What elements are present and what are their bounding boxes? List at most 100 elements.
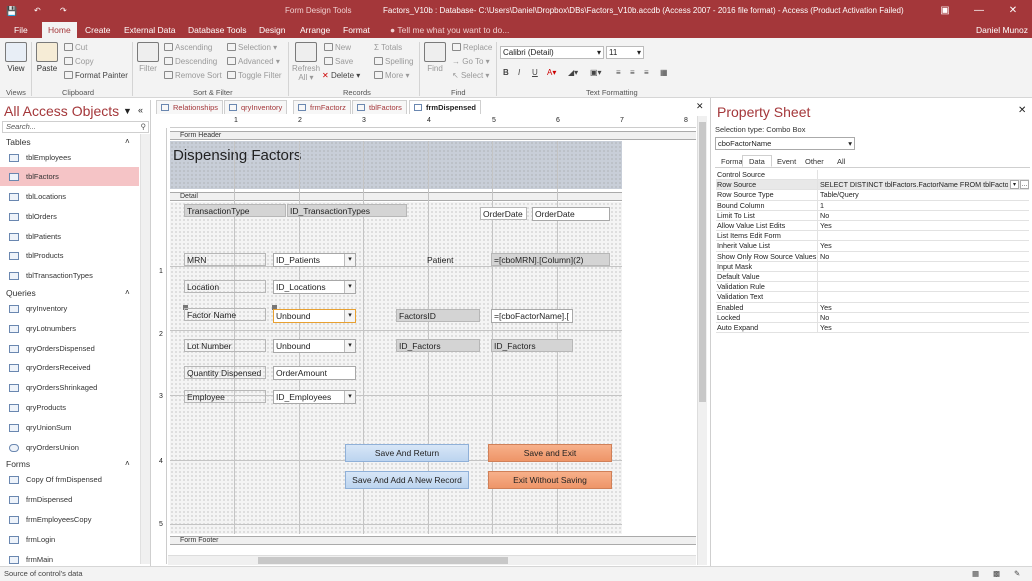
tab-design[interactable]: Design bbox=[253, 22, 291, 38]
field-patient-expression[interactable]: =[cboMRN].[Column](2) bbox=[491, 253, 610, 266]
copy-button[interactable]: Copy bbox=[64, 57, 94, 66]
remove-sort-button[interactable]: Remove Sort bbox=[164, 71, 222, 80]
nav-scrollbar[interactable] bbox=[140, 134, 150, 564]
nav-item-qryinventory[interactable]: qryInventory bbox=[0, 299, 139, 318]
property-row[interactable]: Validation Rule bbox=[716, 282, 1029, 293]
nav-item-frmmain[interactable]: frmMain bbox=[0, 550, 139, 566]
new-record-button[interactable]: New bbox=[324, 43, 351, 52]
spelling-button[interactable]: Spelling bbox=[374, 57, 413, 66]
nav-section-queries[interactable]: Queries bbox=[6, 288, 36, 298]
ascending-button[interactable]: Ascending bbox=[164, 43, 212, 52]
goto-button[interactable]: → Go To ▾ bbox=[452, 57, 490, 66]
label-quantity-dispensed[interactable]: Quantity Dispensed bbox=[184, 366, 266, 379]
nav-item-qryordersshrinkaged[interactable]: qryOrdersShrinkaged bbox=[0, 378, 139, 397]
user-name[interactable]: Daniel Munoz bbox=[970, 22, 1032, 38]
tab-arrange[interactable]: Arrange bbox=[294, 22, 336, 38]
paste-button[interactable]: Paste bbox=[35, 42, 59, 73]
nav-item-tblpatients[interactable]: tblPatients bbox=[0, 227, 139, 246]
select-button[interactable]: ↖ Select ▾ bbox=[452, 71, 489, 80]
redo-icon[interactable]: ↷ bbox=[60, 6, 67, 15]
field-id-factors[interactable]: ID_Factors bbox=[491, 339, 573, 352]
nav-item-tblemployees[interactable]: tblEmployees bbox=[0, 148, 139, 167]
collapse-icon[interactable]: « bbox=[138, 105, 143, 115]
cut-button[interactable]: Cut bbox=[64, 43, 87, 52]
property-value[interactable] bbox=[820, 170, 1028, 180]
bold-button[interactable]: B bbox=[503, 68, 509, 77]
label-factor-name[interactable]: Factor Name bbox=[184, 308, 266, 321]
nav-item-tblproducts[interactable]: tblProducts bbox=[0, 246, 139, 265]
nav-section-forms[interactable]: Forms bbox=[6, 459, 30, 469]
horizontal-scrollbar[interactable] bbox=[168, 555, 696, 565]
nav-item-qryordersunion[interactable]: qryOrdersUnion bbox=[0, 438, 139, 457]
doc-tab-tblfactors[interactable]: tblFactors bbox=[352, 100, 407, 114]
nav-item-tblorders[interactable]: tblOrders bbox=[0, 207, 139, 226]
tab-external-data[interactable]: External Data bbox=[118, 22, 182, 38]
label-lot-number[interactable]: Lot Number bbox=[184, 339, 266, 352]
property-value[interactable]: No bbox=[820, 252, 1028, 262]
property-row[interactable]: Validation Text bbox=[716, 292, 1029, 303]
tab-create[interactable]: Create bbox=[79, 22, 117, 38]
nav-item-frmlogin[interactable]: frmLogin bbox=[0, 530, 139, 549]
scroll-thumb[interactable] bbox=[258, 557, 508, 564]
label-order-date[interactable]: OrderDate bbox=[480, 207, 527, 220]
close-document-icon[interactable]: ✕ bbox=[696, 101, 704, 112]
nav-item-qryproducts[interactable]: qryProducts bbox=[0, 398, 139, 417]
doc-tab-relationships[interactable]: Relationships bbox=[156, 100, 224, 114]
undo-icon[interactable]: ↶ bbox=[34, 6, 41, 15]
nav-item-tblfactors[interactable]: tblFactors bbox=[0, 167, 139, 186]
tab-home[interactable]: Home bbox=[42, 22, 77, 38]
minimize-button[interactable]: — bbox=[962, 0, 996, 22]
object-select[interactable]: cboFactorName ▾ bbox=[715, 137, 855, 150]
form-footer-bar[interactable]: Form Footer bbox=[170, 536, 696, 545]
property-value[interactable] bbox=[820, 282, 1028, 292]
nav-item-qryordersdispensed[interactable]: qryOrdersDispensed bbox=[0, 339, 139, 358]
property-value[interactable]: 1 bbox=[820, 201, 1028, 211]
selection-button[interactable]: Selection ▾ bbox=[227, 43, 277, 52]
nav-item-frmdispensed[interactable]: frmDispensed bbox=[0, 490, 139, 509]
tab-format[interactable]: Format bbox=[337, 22, 376, 38]
nav-item-tbltransactiontypes[interactable]: tblTransactionTypes bbox=[0, 266, 139, 285]
property-value[interactable]: Yes bbox=[820, 303, 1028, 313]
property-value[interactable] bbox=[820, 292, 1028, 302]
advanced-button[interactable]: Advanced ▾ bbox=[227, 57, 280, 66]
property-value[interactable]: Table/Query bbox=[820, 190, 1028, 200]
tab-file[interactable]: File bbox=[8, 22, 34, 38]
property-row[interactable]: Locked No bbox=[716, 312, 1029, 323]
background-color-icon[interactable]: ▣▾ bbox=[590, 68, 602, 77]
save-icon[interactable]: 💾 bbox=[6, 6, 17, 17]
tab-database-tools[interactable]: Database Tools bbox=[182, 22, 252, 38]
combo-id-locations[interactable]: ID_Locations ▾ bbox=[273, 280, 356, 294]
field-order-date[interactable]: OrderDate bbox=[532, 207, 610, 221]
replace-button[interactable]: Replace bbox=[452, 43, 492, 52]
label-transaction-type[interactable]: TransactionType bbox=[184, 204, 286, 217]
vertical-scrollbar[interactable] bbox=[697, 116, 707, 565]
property-value[interactable]: Yes bbox=[820, 323, 1028, 333]
property-row[interactable]: Inherit Value List Yes bbox=[716, 241, 1029, 252]
combo-cbo-factor-name[interactable]: Unbound ▾ bbox=[273, 309, 356, 323]
layout-view-icon[interactable]: ▩ bbox=[993, 567, 1000, 581]
tell-me-box[interactable]: ● Tell me what you want to do... bbox=[384, 22, 515, 38]
detail-bar[interactable]: Detail bbox=[170, 192, 696, 201]
more-button[interactable]: More ▾ bbox=[374, 71, 409, 80]
find-button[interactable]: Find bbox=[423, 42, 447, 73]
align-right-icon[interactable]: ≡ bbox=[644, 68, 649, 77]
font-name-select[interactable]: Calibri (Detail) ▾ bbox=[500, 46, 604, 59]
label-mrn[interactable]: MRN bbox=[184, 253, 266, 266]
label-location[interactable]: Location bbox=[184, 280, 266, 293]
doc-tab-frmdispensed[interactable]: frmDispensed bbox=[409, 100, 482, 114]
form-title-label[interactable]: Dispensing Factors bbox=[173, 147, 301, 164]
property-row[interactable]: Bound Column 1 bbox=[716, 200, 1029, 211]
property-value[interactable] bbox=[820, 272, 1028, 282]
nav-menu-icon[interactable]: ▼ bbox=[123, 106, 132, 116]
view-button[interactable]: View bbox=[4, 42, 28, 73]
property-value[interactable]: Yes bbox=[820, 221, 1028, 231]
chevron-up-icon[interactable]: ˄ bbox=[125, 459, 130, 468]
property-row[interactable]: Auto Expand Yes bbox=[716, 323, 1029, 334]
nav-section-tables[interactable]: Tables bbox=[6, 137, 31, 147]
save-and-return-button[interactable]: Save And Return bbox=[345, 444, 469, 462]
font-size-select[interactable]: 11 ▾ bbox=[606, 46, 644, 59]
combo-id-patients[interactable]: ID_Patients ▾ bbox=[273, 253, 356, 267]
nav-item-copy-of-frmdispensed[interactable]: Copy Of frmDispensed bbox=[0, 470, 139, 489]
prop-tab-all[interactable]: All bbox=[830, 155, 852, 167]
property-value[interactable]: No bbox=[820, 313, 1028, 323]
